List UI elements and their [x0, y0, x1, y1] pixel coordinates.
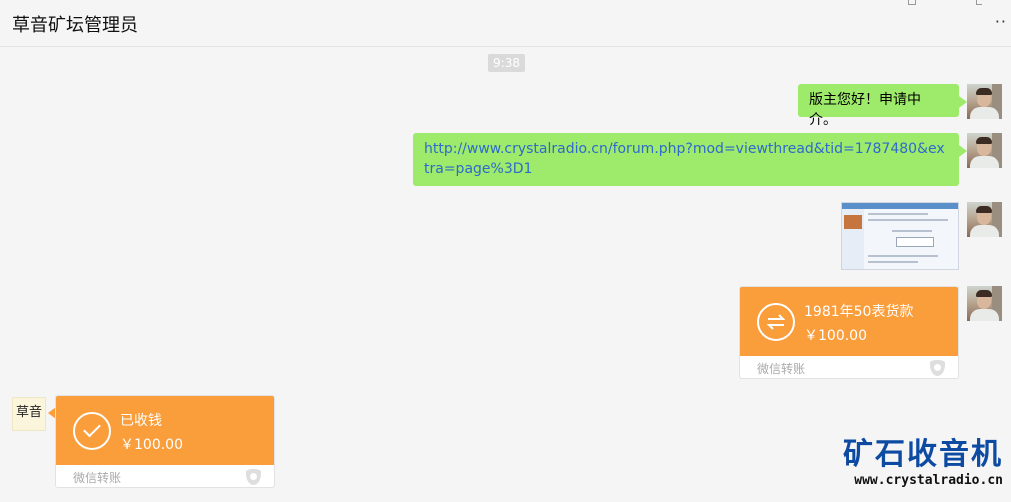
thread-link[interactable]: http://www.crystalradio.cn/forum.php?mod… — [424, 141, 945, 177]
more-dots-icon[interactable]: ·· — [995, 14, 1007, 30]
pin-icon[interactable] — [908, 0, 916, 5]
message-bubble-outgoing-link[interactable]: http://www.crystalradio.cn/forum.php?mod… — [413, 133, 967, 186]
self-avatar[interactable] — [967, 84, 1002, 119]
contact-avatar[interactable]: 草音 — [12, 397, 46, 431]
exchange-arrows-icon — [757, 303, 795, 341]
chat-header: 草音矿坛管理员 ·· — [0, 0, 1011, 47]
wechat-pay-shield-icon — [930, 360, 945, 376]
transfer-type-label: 微信转账 — [73, 471, 122, 485]
site-watermark: 矿石收音机 www.crystalradio.cn — [841, 438, 1003, 490]
watermark-url: www.crystalradio.cn — [854, 473, 1003, 488]
check-icon — [73, 412, 111, 450]
transfer-note: 1981年50表货款 — [804, 304, 914, 320]
transfer-status: 已收钱 — [120, 413, 162, 429]
transfer-type-label: 微信转账 — [757, 362, 806, 376]
transfer-amount: ￥100.00 — [804, 328, 867, 344]
message-timestamp: 9:38 — [488, 54, 525, 72]
wechat-pay-shield-icon — [246, 469, 261, 485]
window-icon[interactable] — [976, 0, 982, 5]
transfer-amount: ￥100.00 — [120, 437, 183, 453]
message-bubble-outgoing[interactable]: 版主您好！申请中介。 — [798, 84, 967, 128]
watermark-brand: 矿石收音机 — [843, 437, 1003, 472]
message-text: 版主您好！申请中介。 — [809, 92, 921, 128]
self-avatar[interactable] — [967, 133, 1002, 168]
transfer-card-outgoing[interactable]: 1981年50表货款 ￥100.00 微信转账 — [739, 286, 959, 379]
self-avatar[interactable] — [967, 202, 1002, 237]
chat-title: 草音矿坛管理员 — [12, 15, 138, 36]
transfer-card-received[interactable]: 已收钱 ￥100.00 微信转账 — [55, 395, 275, 488]
self-avatar[interactable] — [967, 286, 1002, 321]
image-message-thumbnail[interactable] — [841, 202, 959, 270]
